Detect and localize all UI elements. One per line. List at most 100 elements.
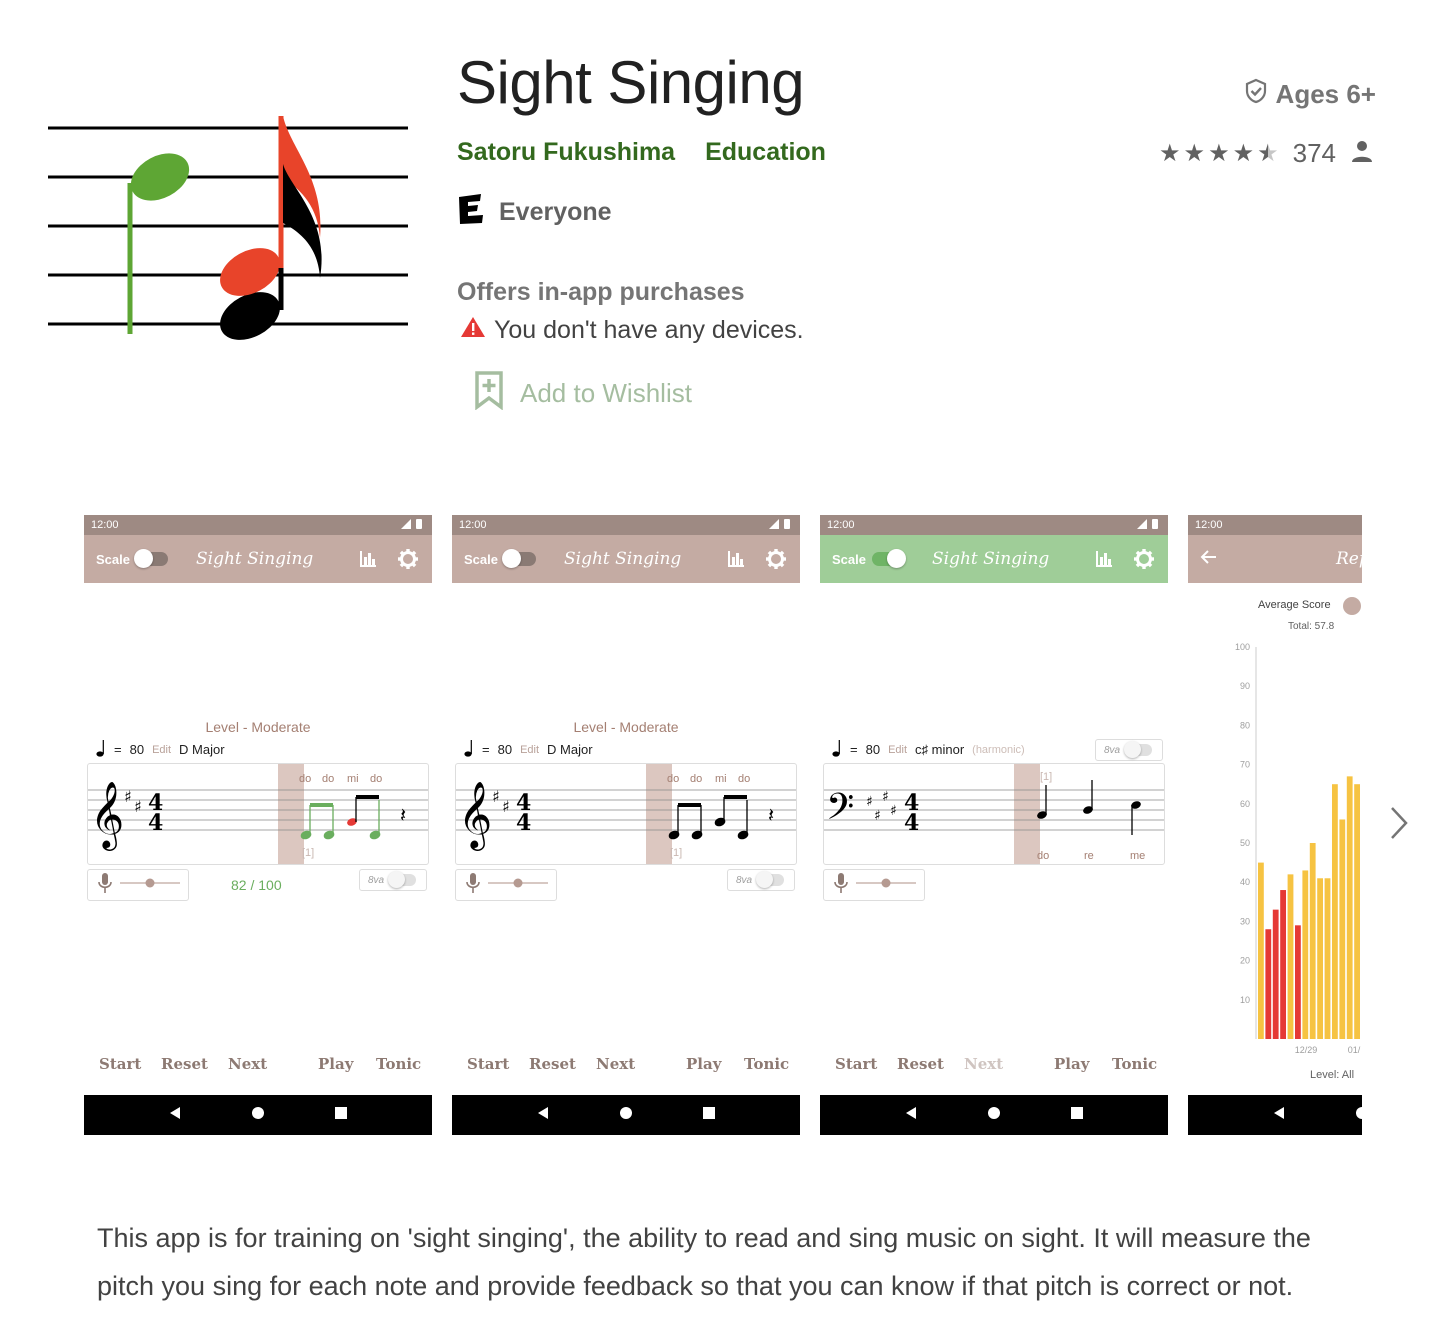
level-filter[interactable]: Level: All bbox=[1310, 1069, 1354, 1081]
octave-toggle[interactable]: 8va bbox=[359, 869, 427, 891]
octave-switch[interactable] bbox=[1124, 741, 1153, 758]
esrb-e-icon bbox=[457, 194, 485, 231]
reset-button[interactable]: Reset bbox=[529, 1055, 576, 1073]
scale-label: Scale bbox=[832, 551, 866, 567]
legend-label: Average Score bbox=[1258, 599, 1331, 611]
measure-label: [1] bbox=[1040, 771, 1052, 783]
octave-label: 8va bbox=[736, 874, 753, 886]
content-rating-label: Everyone bbox=[499, 198, 612, 226]
mic-slider[interactable] bbox=[856, 876, 916, 894]
total-label: Total: 57.8 bbox=[1288, 621, 1335, 632]
back-icon[interactable] bbox=[904, 1106, 918, 1125]
start-button[interactable]: Start bbox=[467, 1055, 509, 1073]
bar-chart-icon[interactable] bbox=[1092, 547, 1116, 571]
next-button[interactable]: Next bbox=[596, 1055, 635, 1073]
status-time: 12:00 bbox=[827, 519, 855, 531]
reset-button[interactable]: Reset bbox=[161, 1055, 208, 1073]
home-icon[interactable] bbox=[251, 1106, 265, 1125]
arrow-back-icon[interactable] bbox=[1200, 548, 1218, 571]
screenshot-carousel[interactable]: 12:00 Scale Sight Singing Level - Modera… bbox=[84, 515, 1362, 1135]
play-button[interactable]: Play bbox=[1054, 1055, 1089, 1073]
screenshot-3[interactable]: 12:00 Scale Sight Singing = 80 Edit c♯ m… bbox=[820, 515, 1168, 1135]
gear-icon[interactable] bbox=[396, 547, 420, 571]
back-icon[interactable] bbox=[1272, 1106, 1286, 1125]
bottom-controls: 8va bbox=[455, 869, 797, 901]
score-bar bbox=[1346, 776, 1353, 1039]
recents-icon[interactable] bbox=[702, 1106, 716, 1125]
recents-icon[interactable] bbox=[1070, 1106, 1084, 1125]
octave-toggle[interactable]: 8va bbox=[1095, 739, 1163, 761]
app-toolbar: Scale Sight Singing bbox=[84, 535, 432, 583]
screenshot-4[interactable]: 12:00 Rep Average Score Total: 57.8 100 9… bbox=[1188, 515, 1362, 1135]
y-tick-label: 70 bbox=[1240, 760, 1250, 770]
android-nav-bar bbox=[84, 1095, 432, 1135]
bottom-controls: 82 / 100 8va bbox=[87, 869, 429, 901]
gear-icon[interactable] bbox=[764, 547, 788, 571]
star-icon: ★ bbox=[1183, 140, 1206, 167]
edit-tempo-button[interactable]: Edit bbox=[520, 744, 539, 756]
staff-panel[interactable]: 𝄞 ♯ ♯ 4 4 do do mi do [1] 𝄽 bbox=[87, 763, 429, 865]
play-button[interactable]: Play bbox=[686, 1055, 721, 1073]
add-to-wishlist-button[interactable]: Add to Wishlist bbox=[472, 370, 692, 417]
start-button[interactable]: Start bbox=[835, 1055, 877, 1073]
bar-chart-icon[interactable] bbox=[356, 547, 380, 571]
signal-battery-icon bbox=[769, 518, 793, 532]
scale-toggle[interactable] bbox=[871, 549, 906, 568]
solfege-label: do bbox=[690, 773, 702, 785]
svg-text:𝄽: 𝄽 bbox=[768, 803, 774, 827]
staff-panel[interactable]: 𝄢 ♯ ♯ ♯ ♯ 4 4 [1] do re me bbox=[823, 763, 1165, 865]
recents-icon[interactable] bbox=[334, 1106, 348, 1125]
status-bar: 12:00 bbox=[452, 515, 800, 535]
mic-sensitivity[interactable] bbox=[823, 869, 925, 901]
reset-button[interactable]: Reset bbox=[897, 1055, 944, 1073]
octave-switch[interactable] bbox=[756, 871, 785, 888]
gear-icon[interactable] bbox=[1132, 547, 1156, 571]
screenshot-1[interactable]: 12:00 Scale Sight Singing Level - Modera… bbox=[84, 515, 432, 1135]
mic-sensitivity[interactable] bbox=[87, 869, 189, 901]
microphone-icon bbox=[466, 872, 480, 898]
bar-chart-icon[interactable] bbox=[724, 547, 748, 571]
android-nav-bar bbox=[1188, 1095, 1362, 1135]
iap-notice: Offers in-app purchases bbox=[457, 278, 745, 306]
average-score-chart: 100 90 80 70 60 50 40 30 20 10 12/29 01/ bbox=[1235, 642, 1361, 1055]
edit-tempo-button[interactable]: Edit bbox=[152, 744, 171, 756]
home-icon[interactable] bbox=[1355, 1106, 1362, 1125]
edit-tempo-button[interactable]: Edit bbox=[888, 744, 907, 756]
scale-toggle[interactable] bbox=[133, 549, 168, 568]
staff-panel[interactable]: 𝄞 ♯ ♯ 4 4 do do mi do [1] 𝄽 bbox=[455, 763, 797, 865]
tonic-button[interactable]: Tonic bbox=[376, 1055, 421, 1073]
measure-label: [1] bbox=[670, 847, 682, 859]
back-icon[interactable] bbox=[536, 1106, 550, 1125]
score-bar bbox=[1295, 925, 1301, 1039]
score-bar bbox=[1287, 874, 1294, 1039]
mic-sensitivity[interactable] bbox=[455, 869, 557, 901]
back-icon[interactable] bbox=[168, 1106, 182, 1125]
tempo-value: 80 bbox=[865, 742, 881, 757]
tonic-button[interactable]: Tonic bbox=[744, 1055, 789, 1073]
status-bar: 12:00 bbox=[1188, 515, 1362, 535]
start-button[interactable]: Start bbox=[99, 1055, 141, 1073]
home-icon[interactable] bbox=[987, 1106, 1001, 1125]
developer-link[interactable]: Satoru Fukushima bbox=[457, 138, 675, 167]
octave-toggle[interactable]: 8va bbox=[727, 869, 795, 891]
octave-switch[interactable] bbox=[388, 871, 417, 888]
solfege-label: do bbox=[322, 773, 334, 785]
device-warning-text: You don't have any devices. bbox=[494, 316, 804, 344]
scale-label: Scale bbox=[464, 551, 498, 567]
x-tick-label: 01/ bbox=[1348, 1045, 1361, 1055]
next-button[interactable]: Next bbox=[228, 1055, 267, 1073]
play-button[interactable]: Play bbox=[318, 1055, 353, 1073]
scale-toggle[interactable] bbox=[501, 549, 536, 568]
score-bar bbox=[1309, 843, 1316, 1039]
mic-slider[interactable] bbox=[120, 876, 180, 894]
tonic-button[interactable]: Tonic bbox=[1112, 1055, 1157, 1073]
category-link[interactable]: Education bbox=[705, 138, 826, 167]
carousel-next-button[interactable] bbox=[1384, 800, 1414, 850]
microphone-icon bbox=[834, 872, 848, 898]
y-tick-label: 50 bbox=[1240, 838, 1250, 848]
score-bar bbox=[1354, 784, 1360, 1039]
mic-slider[interactable] bbox=[488, 876, 548, 894]
screenshot-2[interactable]: 12:00 Scale Sight Singing Level - Modera… bbox=[452, 515, 800, 1135]
score-bar bbox=[1302, 870, 1309, 1039]
home-icon[interactable] bbox=[619, 1106, 633, 1125]
